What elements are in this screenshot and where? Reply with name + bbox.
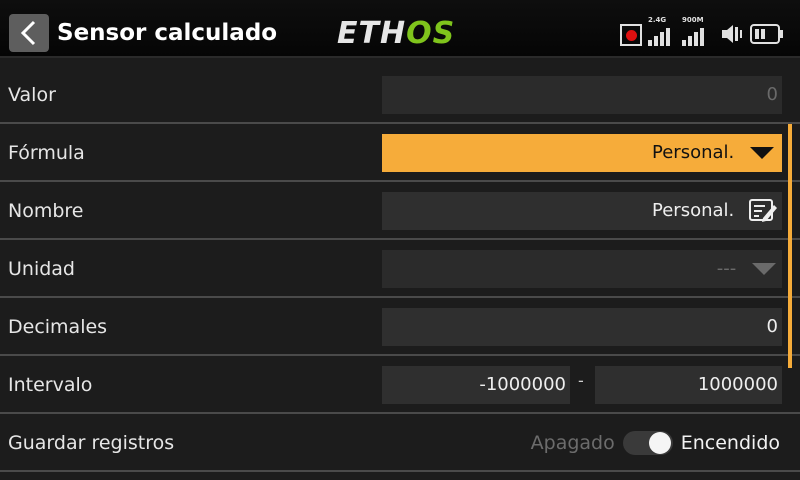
app-window: Sensor calculado ETHOS 2.4G 900M Valor 0…	[0, 0, 800, 480]
row-nombre: Nombre Personal.	[0, 182, 800, 240]
signal-2g4-label: 2.4G	[648, 16, 667, 24]
row-decimales: Decimales 0	[0, 298, 800, 356]
signal-900m-icon: 900M	[682, 16, 714, 48]
chevron-left-icon	[20, 20, 36, 46]
unidad-value: ---	[716, 258, 737, 279]
caret-down-icon	[752, 263, 776, 275]
battery-icon	[750, 24, 783, 44]
unidad-label: Unidad	[8, 258, 75, 280]
formula-label: Fórmula	[8, 142, 85, 164]
toggle-switch[interactable]	[622, 431, 673, 455]
toggle-knob	[648, 432, 671, 454]
nombre-label: Nombre	[8, 200, 84, 222]
caret-down-icon	[750, 147, 774, 159]
record-icon	[620, 24, 642, 46]
row-unidad: Unidad ---	[0, 240, 800, 298]
intervalo-min-field[interactable]: -1000000	[382, 366, 570, 404]
ethos-logo: ETHOS	[337, 18, 455, 50]
header-bar: Sensor calculado ETHOS 2.4G 900M	[0, 0, 800, 58]
row-guardar-registros: Guardar registros Apagado Encendido	[0, 414, 800, 472]
nombre-value: Personal.	[652, 200, 735, 221]
nombre-field[interactable]: Personal.	[382, 192, 782, 230]
row-intervalo: Intervalo -1000000 - 1000000	[0, 356, 800, 414]
record-dot	[625, 29, 637, 41]
logo-os: OS	[406, 16, 456, 51]
toggle-on-label: Encendido	[680, 432, 780, 454]
status-icons: 2.4G 900M	[620, 16, 784, 48]
row-formula: Fórmula Personal.	[0, 124, 800, 182]
formula-value: Personal.	[652, 142, 735, 163]
decimales-field[interactable]: 0	[382, 308, 782, 346]
guardar-toggle[interactable]: Apagado Encendido	[531, 424, 780, 462]
logo-eth: ETH	[337, 16, 407, 51]
intervalo-max-field[interactable]: 1000000	[595, 366, 782, 404]
formula-dropdown[interactable]: Personal.	[382, 134, 782, 172]
valor-label: Valor	[8, 84, 56, 106]
decimales-value: 0	[766, 316, 778, 337]
edit-icon	[749, 199, 777, 222]
valor-value: 0	[766, 84, 778, 105]
settings-list: Valor 0 Fórmula Personal. Nombre Persona…	[0, 66, 800, 472]
signal-bars	[682, 28, 704, 46]
signal-2g4-icon: 2.4G	[648, 16, 676, 48]
page-title: Sensor calculado	[57, 20, 278, 46]
intervalo-separator: -	[578, 371, 584, 390]
guardar-label: Guardar registros	[8, 432, 175, 454]
unidad-dropdown[interactable]: ---	[382, 250, 782, 288]
signal-900m-label: 900M	[682, 16, 704, 24]
decimales-label: Decimales	[8, 316, 108, 338]
row-valor: Valor 0	[0, 66, 800, 124]
signal-bars	[648, 28, 670, 46]
intervalo-label: Intervalo	[8, 374, 93, 396]
speaker-icon	[722, 25, 742, 43]
scrollbar[interactable]	[788, 124, 792, 368]
toggle-off-label: Apagado	[530, 432, 615, 454]
back-button[interactable]	[9, 14, 49, 52]
valor-field: 0	[382, 76, 782, 114]
